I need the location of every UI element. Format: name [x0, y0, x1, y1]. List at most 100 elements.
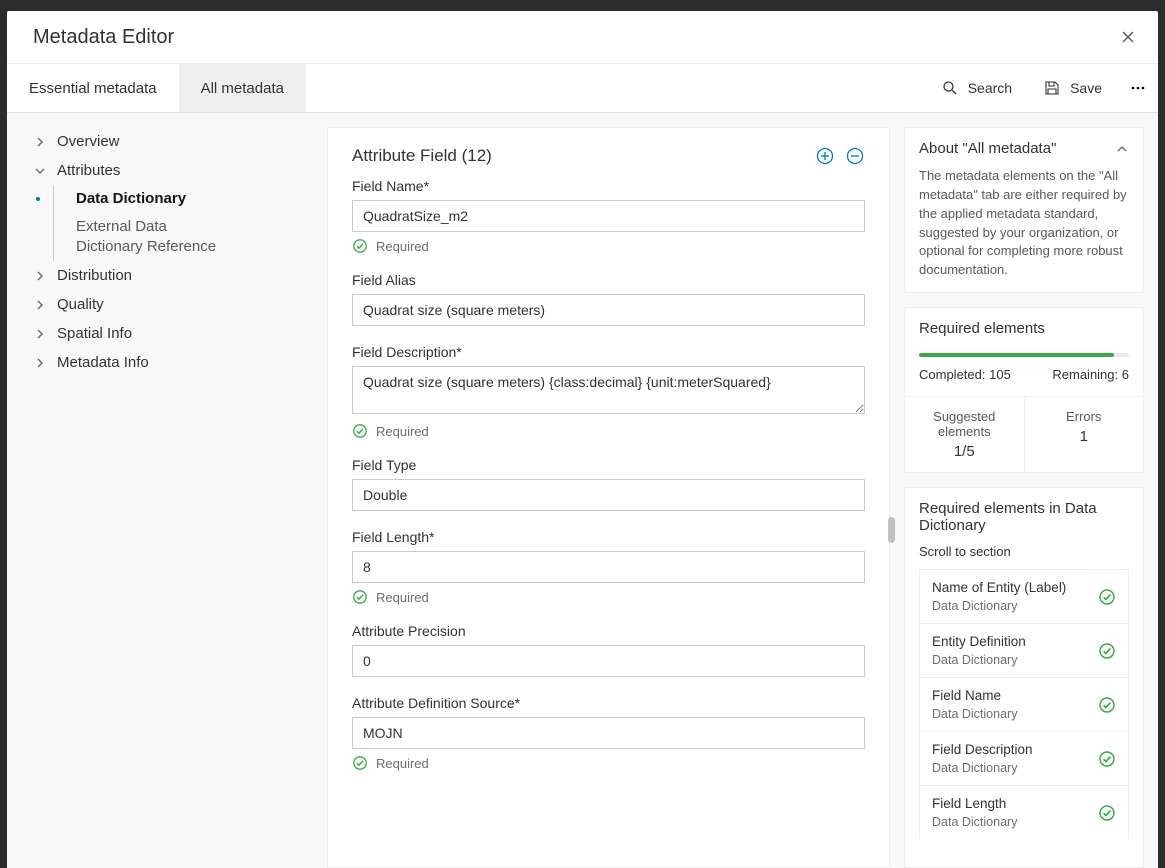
- nav-label: Attributes: [57, 162, 120, 179]
- nav-metadata-info[interactable]: Metadata Info: [33, 348, 327, 377]
- nav-data-dictionary[interactable]: Data Dictionary: [54, 185, 327, 212]
- progress-bar: [919, 353, 1129, 357]
- tab-all-metadata[interactable]: All metadata: [179, 64, 306, 112]
- title-bar: Metadata Editor: [7, 11, 1158, 64]
- attribute-definition-source-group: Attribute Definition Source* Required: [352, 695, 865, 771]
- stats-split: Suggested elements 1/5 Errors 1: [905, 396, 1143, 472]
- required-indicator: Required: [352, 589, 865, 605]
- attribute-precision-group: Attribute Precision: [352, 623, 865, 677]
- nav-quality[interactable]: Quality: [33, 290, 327, 319]
- required-indicator: Required: [352, 755, 865, 771]
- list-item[interactable]: Field DescriptionData Dictionary: [920, 732, 1128, 786]
- list-item[interactable]: Name of Entity (Label) Data Dictionary: [920, 570, 1128, 624]
- chevron-right-icon: [33, 356, 47, 370]
- nav-label: Quality: [57, 296, 104, 313]
- progress-fill: [919, 353, 1114, 357]
- check-circle-icon: [1098, 588, 1116, 606]
- metadata-editor-modal: Metadata Editor Essential metadata All m…: [7, 11, 1158, 868]
- save-icon: [1044, 80, 1060, 96]
- required-in-dd-title: Required elements in Data Dictionary: [919, 500, 1129, 534]
- item-title: Field Description: [932, 742, 1098, 757]
- field-type-group: Field Type: [352, 457, 865, 511]
- nav-label: Overview: [57, 133, 120, 150]
- required-text: Required: [376, 590, 429, 605]
- field-name-label: Field Name*: [352, 178, 865, 194]
- body: Overview Attributes Data Dictionary Exte…: [7, 113, 1158, 868]
- nav-label: Spatial Info: [57, 325, 132, 342]
- item-title: Name of Entity (Label): [932, 580, 1098, 595]
- sidebar-nav: Overview Attributes Data Dictionary Exte…: [7, 113, 327, 868]
- about-toggle[interactable]: About "All metadata": [919, 140, 1129, 157]
- required-indicator: Required: [352, 238, 865, 254]
- check-circle-icon: [352, 238, 368, 254]
- form-panel: Attribute Field (12) Field Name* Require…: [327, 127, 890, 868]
- item-subtitle: Data Dictionary: [932, 707, 1098, 721]
- suggested-label: Suggested elements: [911, 409, 1018, 439]
- check-circle-icon: [1098, 696, 1116, 714]
- add-field-button[interactable]: [815, 146, 835, 166]
- chevron-up-icon: [1115, 142, 1129, 156]
- attribute-definition-source-input[interactable]: [352, 717, 865, 749]
- tab-essential-metadata[interactable]: Essential metadata: [7, 64, 179, 112]
- about-title: About "All metadata": [919, 140, 1056, 157]
- field-name-input[interactable]: [352, 200, 865, 232]
- list-item[interactable]: Field Name Data Dictionary: [920, 678, 1128, 732]
- search-icon: [942, 80, 958, 96]
- scrollbar-handle[interactable]: [888, 517, 895, 543]
- chevron-right-icon: [33, 135, 47, 149]
- field-type-input[interactable]: [352, 479, 865, 511]
- field-type-label: Field Type: [352, 457, 865, 473]
- remove-field-button[interactable]: [845, 146, 865, 166]
- check-circle-icon: [1098, 804, 1116, 822]
- check-circle-icon: [1098, 750, 1116, 768]
- save-button[interactable]: Save: [1028, 64, 1118, 112]
- nav-label: Data Dictionary: [76, 190, 186, 207]
- search-button[interactable]: Search: [926, 64, 1028, 112]
- more-options-button[interactable]: [1118, 64, 1158, 112]
- save-label: Save: [1070, 80, 1102, 96]
- chevron-right-icon: [33, 298, 47, 312]
- toolbar: Essential metadata All metadata Search S…: [7, 64, 1158, 113]
- check-circle-icon: [352, 423, 368, 439]
- minus-circle-icon: [845, 146, 865, 166]
- plus-circle-icon: [815, 146, 835, 166]
- close-button[interactable]: [1116, 25, 1140, 49]
- nav-attributes[interactable]: Attributes: [33, 156, 327, 185]
- check-circle-icon: [352, 589, 368, 605]
- check-circle-icon: [1098, 642, 1116, 660]
- attribute-definition-source-label: Attribute Definition Source*: [352, 695, 865, 711]
- ellipsis-icon: [1130, 80, 1146, 96]
- close-icon: [1120, 29, 1136, 45]
- chevron-right-icon: [33, 327, 47, 341]
- nav-overview[interactable]: Overview: [33, 127, 327, 156]
- item-subtitle: Data Dictionary: [932, 599, 1098, 613]
- right-column: About "All metadata" The metadata elemen…: [896, 113, 1158, 868]
- required-text: Required: [376, 424, 429, 439]
- errors-stat[interactable]: Errors 1: [1025, 397, 1144, 472]
- field-description-label: Field Description*: [352, 344, 865, 360]
- item-title: Field Name: [932, 688, 1098, 703]
- nav-spatial-info[interactable]: Spatial Info: [33, 319, 327, 348]
- nav-label: External Data Dictionary Reference: [76, 217, 234, 256]
- required-indicator: Required: [352, 423, 865, 439]
- suggested-value: 1/5: [911, 443, 1018, 460]
- section-title: Attribute Field (12): [352, 146, 805, 166]
- progress-meta: Completed: 105 Remaining: 6: [919, 367, 1129, 382]
- list-item[interactable]: Entity DefinitionData Dictionary: [920, 624, 1128, 678]
- attribute-precision-input[interactable]: [352, 645, 865, 677]
- required-list[interactable]: Name of Entity (Label) Data Dictionary En…: [919, 569, 1129, 839]
- nav-distribution[interactable]: Distribution: [33, 261, 327, 290]
- nav-external-data-dictionary-reference[interactable]: External Data Dictionary Reference: [54, 212, 234, 261]
- field-length-input[interactable]: [352, 551, 865, 583]
- attribute-precision-label: Attribute Precision: [352, 623, 865, 639]
- tabs: Essential metadata All metadata: [7, 64, 306, 112]
- required-text: Required: [376, 756, 429, 771]
- field-length-group: Field Length* Required: [352, 529, 865, 605]
- field-description-input[interactable]: [352, 366, 865, 414]
- dialog-title: Metadata Editor: [33, 26, 1116, 49]
- field-alias-input[interactable]: [352, 294, 865, 326]
- suggested-elements-stat[interactable]: Suggested elements 1/5: [905, 397, 1025, 472]
- completed-text: Completed: 105: [919, 367, 1011, 382]
- scroll-hint: Scroll to section: [919, 544, 1129, 559]
- list-item[interactable]: Field LengthData Dictionary: [920, 786, 1128, 839]
